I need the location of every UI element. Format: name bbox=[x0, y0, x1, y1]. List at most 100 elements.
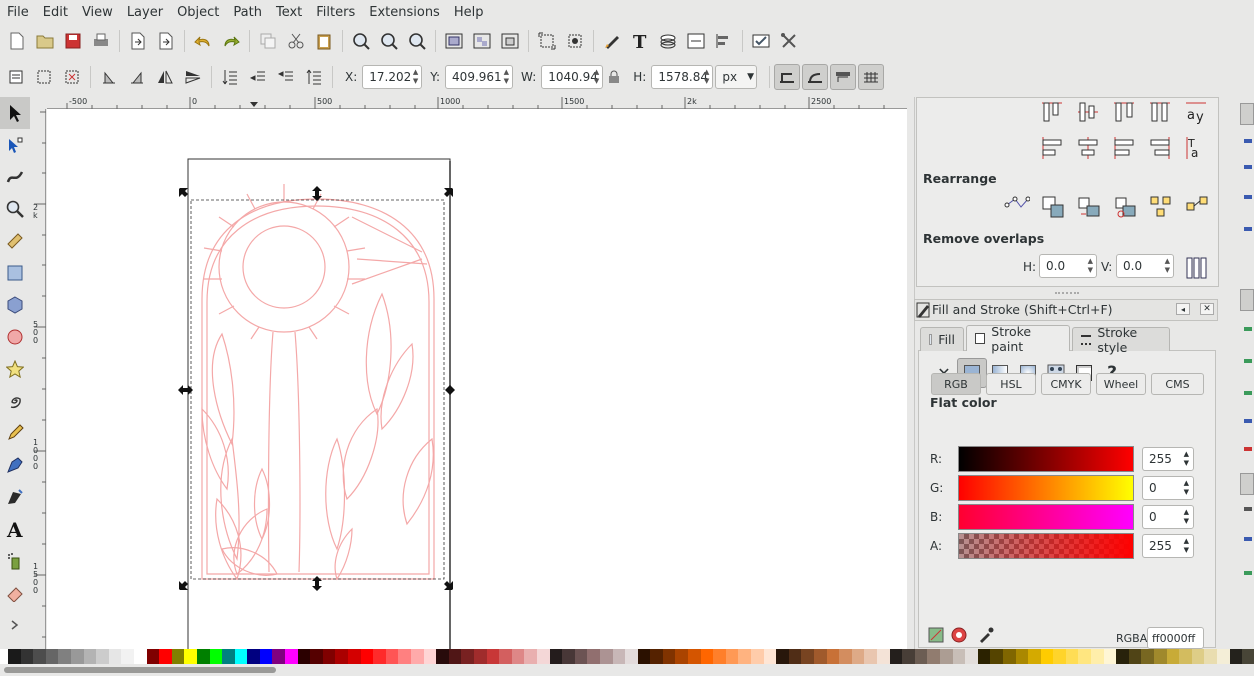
palette-swatch[interactable] bbox=[1179, 649, 1192, 664]
dialog-collapse-icon[interactable]: ◂ bbox=[1176, 303, 1190, 315]
palette-swatch[interactable] bbox=[398, 649, 411, 664]
palette-swatch[interactable] bbox=[259, 649, 273, 664]
palette-swatch[interactable] bbox=[763, 649, 777, 664]
palette-swatch[interactable] bbox=[1242, 649, 1254, 664]
menu-extensions[interactable]: Extensions bbox=[362, 0, 447, 25]
color-palette[interactable] bbox=[0, 649, 1254, 664]
palette-swatch[interactable] bbox=[360, 649, 374, 664]
palette-swatch[interactable] bbox=[33, 649, 46, 664]
w-input[interactable]: 1040.94 ▲ ▼ bbox=[541, 65, 604, 89]
x-input[interactable]: 17.202 ▲ ▼ bbox=[362, 65, 423, 89]
palette-swatch[interactable] bbox=[499, 649, 512, 664]
tab-stroke-style[interactable]: Stroke style bbox=[1072, 325, 1170, 355]
undo-icon[interactable] bbox=[189, 27, 217, 55]
move-patterns-toggle[interactable] bbox=[858, 64, 885, 90]
input-devices-icon[interactable] bbox=[775, 27, 803, 55]
palette-swatch[interactable] bbox=[234, 649, 248, 664]
palette-swatch[interactable] bbox=[196, 649, 210, 664]
spin-arrows-icon[interactable]: ▲ ▼ bbox=[1184, 508, 1189, 526]
alpha-input[interactable]: 255 ▲ ▼ bbox=[1142, 534, 1194, 558]
new-document-icon[interactable] bbox=[3, 27, 31, 55]
palette-swatch[interactable] bbox=[1116, 649, 1129, 664]
palette-swatch[interactable] bbox=[70, 649, 84, 664]
snap-rotation-center-icon[interactable] bbox=[1244, 507, 1252, 511]
spin-arrows-icon[interactable]: ▲ ▼ bbox=[1088, 257, 1093, 275]
zoom-selection-icon[interactable] bbox=[347, 27, 375, 55]
print-icon[interactable] bbox=[87, 27, 115, 55]
palette-swatch[interactable] bbox=[1040, 649, 1054, 664]
select-all-icon[interactable] bbox=[2, 63, 30, 91]
unclump-icon[interactable] bbox=[1182, 192, 1212, 222]
palette-swatch[interactable] bbox=[184, 649, 197, 664]
palette-swatch[interactable] bbox=[574, 649, 588, 664]
palette-swatch[interactable] bbox=[599, 649, 613, 664]
palette-swatch[interactable] bbox=[662, 649, 676, 664]
palette-swatch[interactable] bbox=[285, 649, 298, 664]
spin-arrows-icon[interactable]: ▲ ▼ bbox=[1165, 257, 1170, 275]
palette-swatch[interactable] bbox=[121, 649, 134, 664]
palette-swatch[interactable] bbox=[385, 649, 399, 664]
layers-icon[interactable] bbox=[654, 27, 682, 55]
palette-swatch[interactable] bbox=[675, 649, 689, 664]
mode-rgb-button[interactable]: RGB bbox=[931, 373, 981, 395]
palette-swatch[interactable] bbox=[1229, 649, 1243, 664]
snap-center-icon[interactable] bbox=[1244, 447, 1252, 451]
palette-swatch[interactable] bbox=[524, 649, 537, 664]
mode-wheel-button[interactable]: Wheel bbox=[1096, 373, 1146, 395]
palette-swatch[interactable] bbox=[45, 649, 59, 664]
graph-layout-icon[interactable] bbox=[1002, 190, 1032, 220]
menu-view[interactable]: View bbox=[75, 0, 120, 25]
palette-swatch[interactable] bbox=[536, 649, 550, 664]
spin-arrows-icon[interactable]: ▲ ▼ bbox=[1184, 450, 1189, 468]
measure-tool-icon[interactable] bbox=[0, 225, 30, 257]
palette-swatch[interactable] bbox=[108, 649, 122, 664]
flip-horizontal-icon[interactable] bbox=[151, 63, 179, 91]
move-gradients-toggle[interactable] bbox=[830, 64, 857, 90]
deselect-icon[interactable] bbox=[58, 63, 86, 91]
palette-swatch[interactable] bbox=[688, 649, 701, 664]
rectangle-tool-icon[interactable] bbox=[0, 257, 30, 289]
3d-box-tool-icon[interactable] bbox=[0, 289, 30, 321]
clone-icon[interactable] bbox=[496, 27, 524, 55]
raise-icon[interactable] bbox=[272, 63, 300, 91]
palette-swatch[interactable] bbox=[448, 649, 462, 664]
palette-swatch[interactable] bbox=[96, 649, 109, 664]
drawing-canvas[interactable] bbox=[47, 109, 907, 649]
palette-swatch[interactable] bbox=[8, 649, 21, 664]
palette-swatch[interactable] bbox=[209, 649, 223, 664]
align-distribute-icon[interactable] bbox=[710, 27, 738, 55]
spin-arrows-icon[interactable]: ▲ ▼ bbox=[413, 68, 418, 86]
blue-input[interactable]: 0 ▲ ▼ bbox=[1142, 505, 1194, 529]
palette-swatch[interactable] bbox=[939, 649, 953, 664]
xml-editor-icon[interactable] bbox=[561, 27, 589, 55]
palette-swatch[interactable] bbox=[637, 649, 651, 664]
scale-stroke-toggle[interactable] bbox=[774, 64, 801, 90]
palette-swatch[interactable] bbox=[1191, 649, 1205, 664]
snap-others-toggle[interactable] bbox=[1240, 473, 1254, 495]
text-anchor-icon[interactable]: Ta bbox=[1181, 133, 1211, 163]
palette-swatch[interactable] bbox=[776, 649, 789, 664]
scale-corners-toggle[interactable] bbox=[802, 64, 829, 90]
snap-cusp-icon[interactable] bbox=[1244, 391, 1252, 395]
palette-swatch[interactable] bbox=[788, 649, 802, 664]
ellipse-tool-icon[interactable] bbox=[0, 321, 30, 353]
more-tools-chevron-icon[interactable] bbox=[0, 609, 30, 641]
snap-enable-toggle[interactable] bbox=[1240, 103, 1254, 125]
palette-swatch[interactable] bbox=[914, 649, 928, 664]
randomize-positions-icon[interactable] bbox=[1146, 192, 1176, 222]
palette-swatch[interactable] bbox=[612, 649, 626, 664]
palette-swatch[interactable] bbox=[977, 649, 991, 664]
raise-to-top-icon[interactable] bbox=[300, 63, 328, 91]
palette-swatch[interactable] bbox=[473, 649, 487, 664]
ungroup-icon[interactable] bbox=[468, 27, 496, 55]
distribute-baseline-icon[interactable] bbox=[1145, 97, 1175, 127]
snap-path-icon[interactable] bbox=[1244, 327, 1252, 331]
palette-swatch[interactable] bbox=[990, 649, 1003, 664]
panel-resize-handle[interactable] bbox=[1055, 292, 1079, 294]
snap-nodes-toggle[interactable] bbox=[1240, 289, 1254, 311]
palette-swatch[interactable] bbox=[1103, 649, 1117, 664]
select-all-layers-icon[interactable] bbox=[30, 63, 58, 91]
node-tool-icon[interactable] bbox=[0, 129, 30, 161]
palette-swatch[interactable] bbox=[1166, 649, 1180, 664]
palette-swatch[interactable] bbox=[247, 649, 260, 664]
